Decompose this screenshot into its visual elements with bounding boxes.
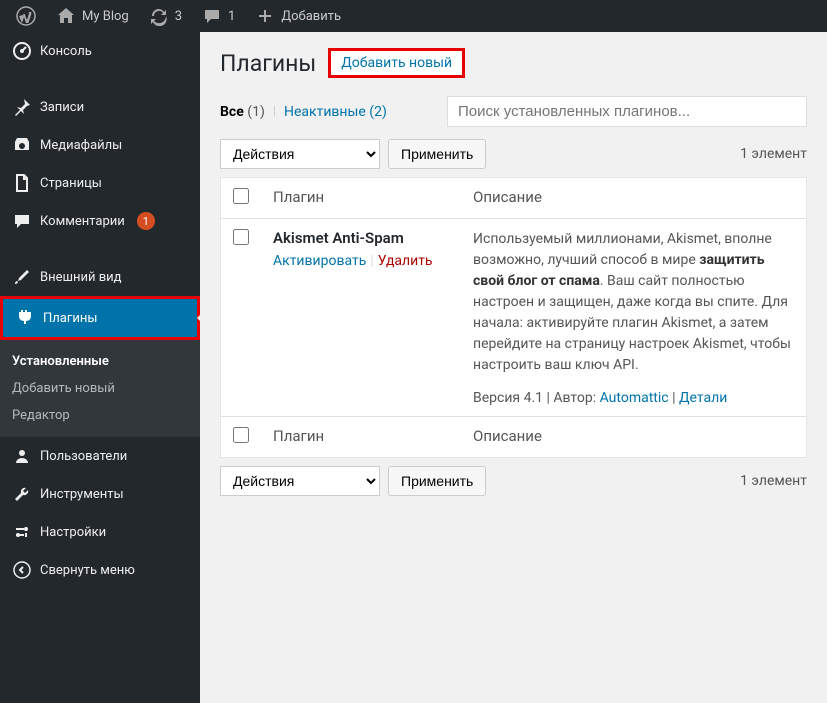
sidebar-item-users[interactable]: Пользователи	[0, 437, 200, 475]
items-count-bottom: 1 элемент	[740, 473, 807, 489]
tools-icon	[12, 484, 32, 504]
sidebar-item-label: Внешний вид	[40, 270, 122, 285]
search-input[interactable]	[447, 96, 807, 127]
comments-count: 1	[228, 9, 235, 24]
brush-icon	[12, 267, 32, 287]
col-plugin-header: Плагин	[261, 178, 461, 219]
settings-icon	[12, 522, 32, 542]
plugins-submenu: Установленные Добавить новый Редактор	[0, 340, 200, 437]
sidebar-item-appearance[interactable]: Внешний вид	[0, 258, 200, 296]
sidebar-item-label: Инструменты	[40, 487, 124, 502]
select-all-checkbox-bottom[interactable]	[233, 427, 249, 443]
main-content: Плагины Добавить новый Все (1) | Неактив…	[200, 32, 827, 703]
apply-button[interactable]: Применить	[388, 139, 486, 169]
filter-divider: |	[273, 104, 276, 119]
comments-badge: 1	[137, 212, 155, 230]
updates-link[interactable]: 3	[141, 0, 190, 32]
wordpress-icon	[16, 6, 36, 26]
plugins-table: Плагин Описание Akismet Anti-Spam Активи…	[220, 177, 807, 458]
delete-link[interactable]: Удалить	[378, 253, 433, 269]
media-icon	[12, 135, 32, 155]
plugin-checkbox[interactable]	[233, 229, 249, 245]
bulk-actions-bottom: Действия Применить 1 элемент	[220, 466, 807, 496]
admin-sidebar: Консоль Записи Медиафайлы Страницы Комме…	[0, 32, 200, 703]
sidebar-item-media[interactable]: Медиафайлы	[0, 126, 200, 164]
sidebar-item-collapse[interactable]: Свернуть меню	[0, 551, 200, 589]
page-header: Плагины Добавить новый	[220, 48, 807, 78]
plug-icon	[15, 308, 35, 328]
add-label: Добавить	[281, 9, 341, 24]
dashboard-icon	[12, 41, 32, 61]
sidebar-item-label: Пользователи	[40, 449, 127, 464]
bulk-actions-top: Действия Применить 1 элемент	[220, 139, 807, 169]
items-count: 1 элемент	[740, 146, 807, 162]
bulk-action-select[interactable]: Действия	[220, 139, 380, 169]
comments-icon	[12, 211, 32, 231]
plugin-name: Akismet Anti-Spam	[273, 229, 449, 247]
site-home-link[interactable]: My Blog	[48, 0, 137, 32]
submenu-add-new[interactable]: Добавить новый	[0, 375, 200, 402]
pages-icon	[12, 173, 32, 193]
details-link[interactable]: Детали	[679, 390, 727, 406]
plugin-actions: Активировать|Удалить	[273, 253, 449, 269]
site-name: My Blog	[82, 9, 129, 24]
sidebar-item-label: Записи	[40, 100, 84, 115]
submenu-editor[interactable]: Редактор	[0, 402, 200, 429]
sidebar-item-dashboard[interactable]: Консоль	[0, 32, 200, 70]
submenu-installed[interactable]: Установленные	[0, 348, 200, 375]
sidebar-item-label: Консоль	[40, 44, 92, 59]
col-desc-header: Описание	[461, 178, 807, 219]
author-link[interactable]: Automattic	[600, 390, 669, 406]
bulk-action-select-bottom[interactable]: Действия	[220, 466, 380, 496]
sidebar-item-label: Страницы	[40, 176, 102, 191]
filter-all[interactable]: Все (1)	[220, 104, 265, 120]
sidebar-item-plugins[interactable]: Плагины	[0, 296, 200, 340]
wp-logo[interactable]	[8, 0, 44, 32]
add-new-button[interactable]: Добавить новый	[328, 48, 465, 78]
select-all-checkbox[interactable]	[233, 188, 249, 204]
admin-topbar: My Blog 3 1 Добавить	[0, 0, 827, 32]
refresh-icon	[149, 6, 169, 26]
add-new-link[interactable]: Добавить	[247, 0, 349, 32]
comments-link[interactable]: 1	[194, 0, 243, 32]
users-icon	[12, 446, 32, 466]
sidebar-item-settings[interactable]: Настройки	[0, 513, 200, 551]
sidebar-item-tools[interactable]: Инструменты	[0, 475, 200, 513]
plugin-meta: Версия 4.1 | Автор: Automattic | Детали	[473, 390, 794, 406]
home-icon	[56, 6, 76, 26]
plugin-row: Akismet Anti-Spam Активировать|Удалить И…	[221, 219, 807, 417]
activate-link[interactable]: Активировать	[273, 253, 366, 269]
sidebar-item-label: Плагины	[43, 311, 97, 326]
apply-button-bottom[interactable]: Применить	[388, 466, 486, 496]
sidebar-item-pages[interactable]: Страницы	[0, 164, 200, 202]
filter-row: Все (1) | Неактивные (2)	[220, 96, 807, 127]
plus-icon	[255, 6, 275, 26]
collapse-icon	[12, 560, 32, 580]
comment-icon	[202, 6, 222, 26]
updates-count: 3	[175, 9, 182, 24]
sidebar-item-label: Свернуть меню	[40, 563, 135, 578]
pin-icon	[12, 97, 32, 117]
col-plugin-footer: Плагин	[261, 417, 461, 458]
plugin-description: Используемый миллионами, Akismet, вполне…	[473, 229, 794, 376]
sidebar-item-label: Медиафайлы	[40, 138, 122, 153]
col-desc-footer: Описание	[461, 417, 807, 458]
filter-inactive[interactable]: Неактивные (2)	[284, 104, 387, 120]
page-title: Плагины	[220, 50, 316, 77]
sidebar-item-label: Настройки	[40, 525, 106, 540]
sidebar-item-posts[interactable]: Записи	[0, 88, 200, 126]
sidebar-item-comments[interactable]: Комментарии 1	[0, 202, 200, 240]
sidebar-item-label: Комментарии	[40, 214, 125, 229]
